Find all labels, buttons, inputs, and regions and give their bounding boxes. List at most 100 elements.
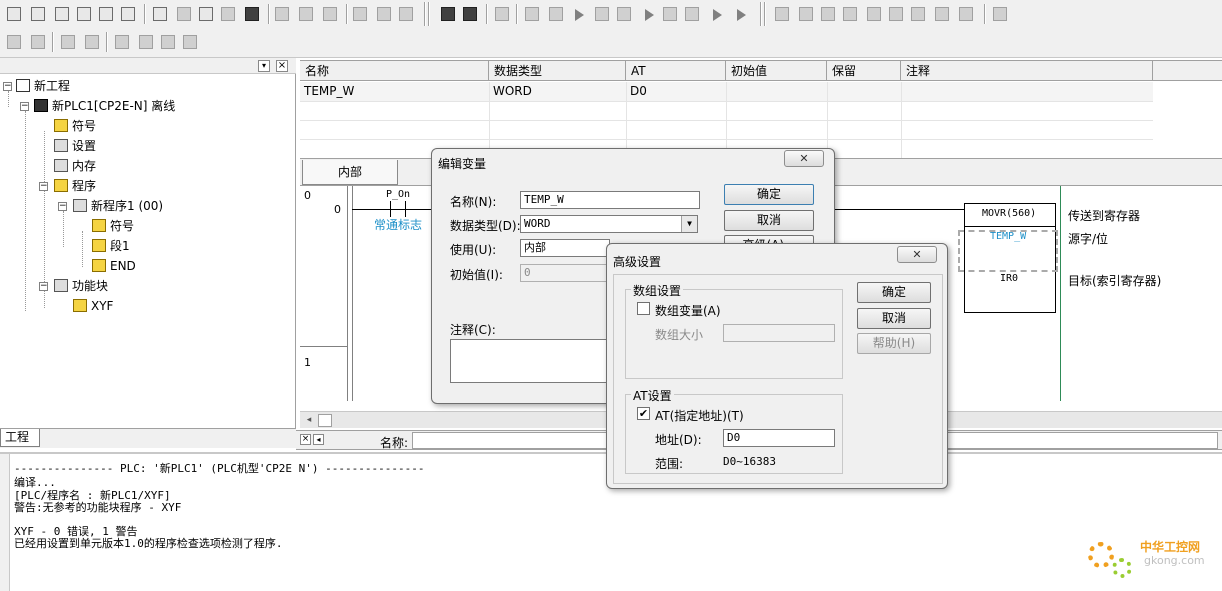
tree-item-settings[interactable]: 设置 xyxy=(54,137,96,155)
bookmark-icon[interactable] xyxy=(112,32,132,52)
tree-item-program-symbols[interactable]: 符号 xyxy=(92,217,134,235)
tree-expander-function-blocks[interactable]: − xyxy=(39,282,48,291)
col-header-init[interactable]: 初始值 xyxy=(726,61,827,81)
uncomment-icon[interactable] xyxy=(82,32,102,52)
step-out-icon[interactable] xyxy=(682,4,702,24)
indent-icon[interactable] xyxy=(4,32,24,52)
cell-type[interactable]: WORD xyxy=(489,82,626,101)
window2-icon[interactable] xyxy=(96,4,116,24)
outdent-icon[interactable] xyxy=(28,32,48,52)
tree-item-end[interactable]: END xyxy=(92,257,136,275)
init-field[interactable]: 0 xyxy=(520,264,610,282)
ladder-tool-5-icon[interactable] xyxy=(864,4,884,24)
new-project-icon[interactable] xyxy=(4,4,24,24)
fast-forward-icon[interactable] xyxy=(706,4,726,24)
close-button[interactable]: ✕ xyxy=(897,246,937,263)
chart-icon[interactable] xyxy=(52,4,72,24)
col-header-type[interactable]: 数据类型 xyxy=(489,61,626,81)
scroll-left-arrow[interactable]: ◂ xyxy=(302,414,316,427)
tree-expander-program1[interactable]: − xyxy=(58,202,67,211)
upload-icon[interactable] xyxy=(350,4,370,24)
ladder-tool-1-icon[interactable] xyxy=(772,4,792,24)
simulator-icon[interactable] xyxy=(460,4,480,24)
network-icon[interactable] xyxy=(150,4,170,24)
tab-project[interactable]: 工程 xyxy=(0,429,40,447)
array-checkbox[interactable] xyxy=(637,302,650,315)
cell-name[interactable]: TEMP_W xyxy=(300,82,489,101)
bookmark-prev-icon[interactable] xyxy=(158,32,178,52)
tree-expander-plc[interactable]: − xyxy=(20,102,29,111)
comment-icon[interactable] xyxy=(58,32,78,52)
cancel-button[interactable]: 取消 xyxy=(724,210,814,231)
bookmark-next-icon[interactable] xyxy=(136,32,156,52)
cancel-button[interactable]: 取消 xyxy=(857,308,931,329)
tree-close-button[interactable]: × xyxy=(276,60,288,72)
tree-expander-project[interactable]: − xyxy=(3,82,12,91)
step-icon[interactable] xyxy=(522,4,542,24)
comment-field[interactable] xyxy=(450,339,610,383)
memory-icon[interactable] xyxy=(218,4,238,24)
ladder-tool-3-icon[interactable] xyxy=(818,4,838,24)
close-small-icon[interactable]: × xyxy=(300,434,311,445)
tree-expander-programs[interactable]: − xyxy=(39,182,48,191)
pause-icon[interactable] xyxy=(614,4,634,24)
tree-item-xyf[interactable]: XYF xyxy=(73,297,113,315)
chevron-down-icon[interactable]: ▼ xyxy=(681,216,697,232)
download-icon[interactable] xyxy=(374,4,394,24)
close-button[interactable]: ✕ xyxy=(784,150,824,167)
col-header-retain[interactable]: 保留 xyxy=(827,61,901,81)
ladder-tool-2-icon[interactable] xyxy=(796,4,816,24)
run-to-end-icon[interactable] xyxy=(730,4,750,24)
address-field[interactable]: D0 xyxy=(723,429,835,447)
step-into-icon[interactable] xyxy=(546,4,566,24)
line-tool-icon[interactable] xyxy=(990,4,1010,24)
col-header-comment[interactable]: 注释 xyxy=(901,61,1153,81)
open-icon[interactable] xyxy=(28,4,48,24)
normally-open-contact[interactable] xyxy=(390,201,406,217)
tree-item-section1[interactable]: 段1 xyxy=(92,237,130,255)
tree-item-function-blocks[interactable]: 功能块 xyxy=(54,277,108,295)
break-icon[interactable] xyxy=(660,4,680,24)
bookmark-clear-icon[interactable] xyxy=(180,32,200,52)
tree-item-symbols[interactable]: 符号 xyxy=(54,117,96,135)
stop-icon[interactable] xyxy=(592,4,612,24)
usage-select[interactable]: 内部 xyxy=(520,239,610,257)
symbol-icon[interactable] xyxy=(174,4,194,24)
cell-at[interactable]: D0 xyxy=(626,82,726,101)
col-header-at[interactable]: AT xyxy=(626,61,726,81)
compare-icon[interactable] xyxy=(396,4,416,24)
ok-button[interactable]: 确定 xyxy=(857,282,931,303)
window-icon[interactable] xyxy=(74,4,94,24)
ladder-tool-4-icon[interactable] xyxy=(840,4,860,24)
ladder-tool-9-icon[interactable] xyxy=(956,4,976,24)
ladder-tool-7-icon[interactable] xyxy=(908,4,928,24)
monitor-icon[interactable] xyxy=(242,4,262,24)
display-16-icon[interactable] xyxy=(320,4,340,24)
tree-item-program1[interactable]: 新程序1 (00) xyxy=(73,197,163,215)
name-field[interactable]: TEMP_W xyxy=(520,191,700,209)
at-checkbox[interactable]: ✔ xyxy=(637,407,650,420)
properties-icon[interactable] xyxy=(118,4,138,24)
tree-item-plc[interactable]: 新PLC1[CP2E-N] 离线 xyxy=(34,97,175,115)
tree-item-memory[interactable]: 内存 xyxy=(54,157,96,175)
run-icon[interactable] xyxy=(568,4,588,24)
online-icon[interactable] xyxy=(438,4,458,24)
ok-button[interactable]: 确定 xyxy=(724,184,814,205)
ladder-tool-6-icon[interactable] xyxy=(886,4,906,24)
tree-item-programs[interactable]: 程序 xyxy=(54,177,96,195)
type-select[interactable]: WORD ▼ xyxy=(520,215,698,233)
col-header-name[interactable]: 名称 xyxy=(300,61,489,81)
tree-collapse-button[interactable]: ▾ xyxy=(258,60,270,72)
nav-left-icon[interactable]: ◂ xyxy=(313,434,324,445)
tab-internal[interactable]: 内部 xyxy=(302,160,398,185)
step-run-icon[interactable] xyxy=(638,4,658,24)
scroll-thumb[interactable] xyxy=(318,414,332,427)
io-table-icon[interactable] xyxy=(196,4,216,24)
display-10b-icon[interactable] xyxy=(296,4,316,24)
transfer-icon[interactable] xyxy=(492,4,512,24)
help-button[interactable]: 帮助(H) xyxy=(857,333,931,354)
tree-item-project[interactable]: 新工程 xyxy=(16,77,70,95)
ladder-tool-8-icon[interactable] xyxy=(932,4,952,24)
array-size-field[interactable] xyxy=(723,324,835,342)
display-10-icon[interactable] xyxy=(272,4,292,24)
